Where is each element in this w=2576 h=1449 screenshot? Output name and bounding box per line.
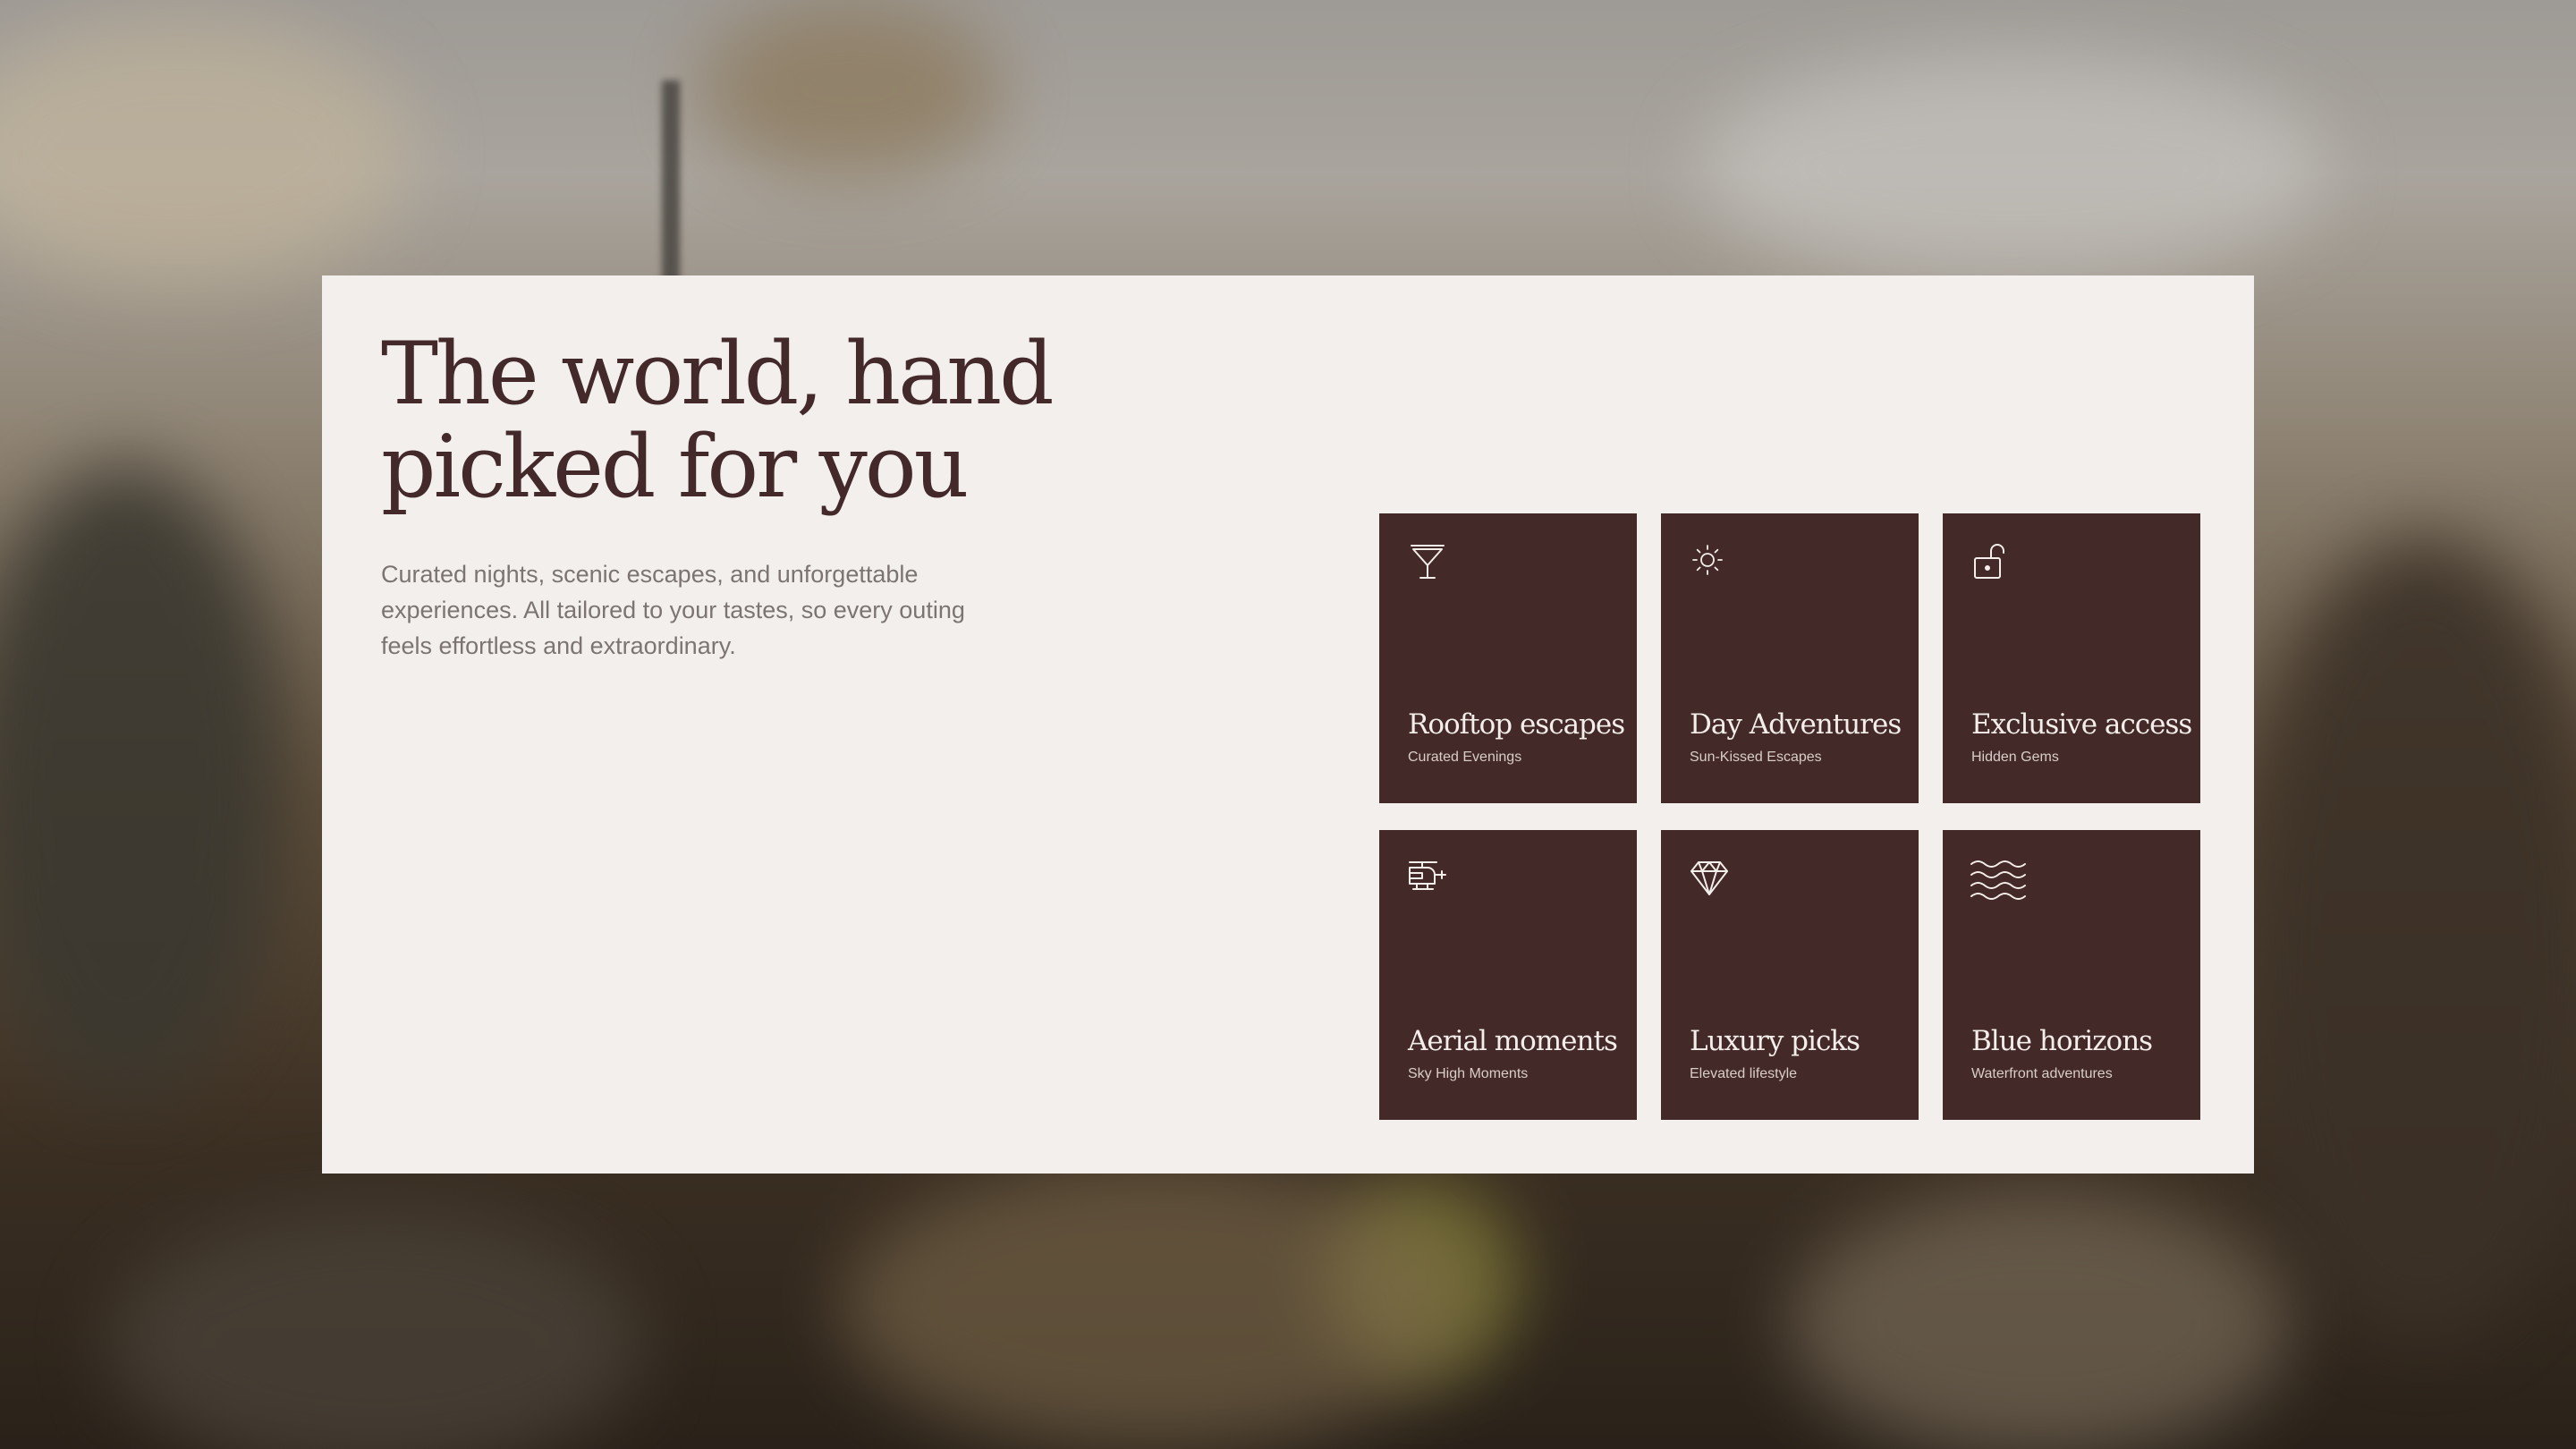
tile-subtitle: Hidden Gems [1971, 750, 2059, 765]
intro-text: Curated nights, scenic escapes, and unfo… [381, 561, 965, 659]
unlocked-padlock-icon [1970, 540, 2012, 583]
cocktail-glass-icon [1406, 540, 1449, 583]
experiences-panel: The world, hand picked for you Curated n… [322, 275, 2254, 1174]
tile-subtitle: Elevated lifestyle [1690, 1066, 1798, 1081]
tile-aerial-moments[interactable]: Aerial moments Sky High Moments [1379, 830, 1637, 1120]
tile-title: Exclusive access [1971, 708, 2192, 741]
tile-title: Blue horizons [1971, 1025, 2153, 1057]
tile-blue-horizons[interactable]: Blue horizons Waterfront adventures [1943, 830, 2200, 1120]
tile-subtitle: Curated Evenings [1408, 750, 1522, 765]
tile-subtitle: Sky High Moments [1408, 1066, 1529, 1081]
tile-day-adventures[interactable]: Day Adventures Sun-Kissed Escapes [1661, 513, 1919, 803]
sun-icon [1688, 540, 1731, 583]
tile-rooftop-escapes[interactable]: Rooftop escapes Curated Evenings [1379, 513, 1637, 803]
experience-grid: Rooftop escapes Curated Evenings Day Adv… [1379, 513, 2200, 1120]
tile-luxury-picks[interactable]: Luxury picks Elevated lifestyle [1661, 830, 1919, 1120]
waves-icon [1970, 857, 2027, 900]
page-title: The world, hand picked for you [381, 324, 1055, 517]
tile-subtitle: Sun-Kissed Escapes [1690, 750, 1822, 765]
helicopter-icon [1406, 857, 1449, 900]
tile-exclusive-access[interactable]: Exclusive access Hidden Gems [1943, 513, 2200, 803]
tile-subtitle: Waterfront adventures [1971, 1066, 2113, 1081]
tile-title: Luxury picks [1690, 1025, 1860, 1057]
tile-title: Rooftop escapes [1408, 708, 1625, 741]
tile-title: Day Adventures [1690, 708, 1902, 741]
tile-title: Aerial moments [1408, 1025, 1618, 1057]
diamond-icon [1688, 857, 1731, 900]
